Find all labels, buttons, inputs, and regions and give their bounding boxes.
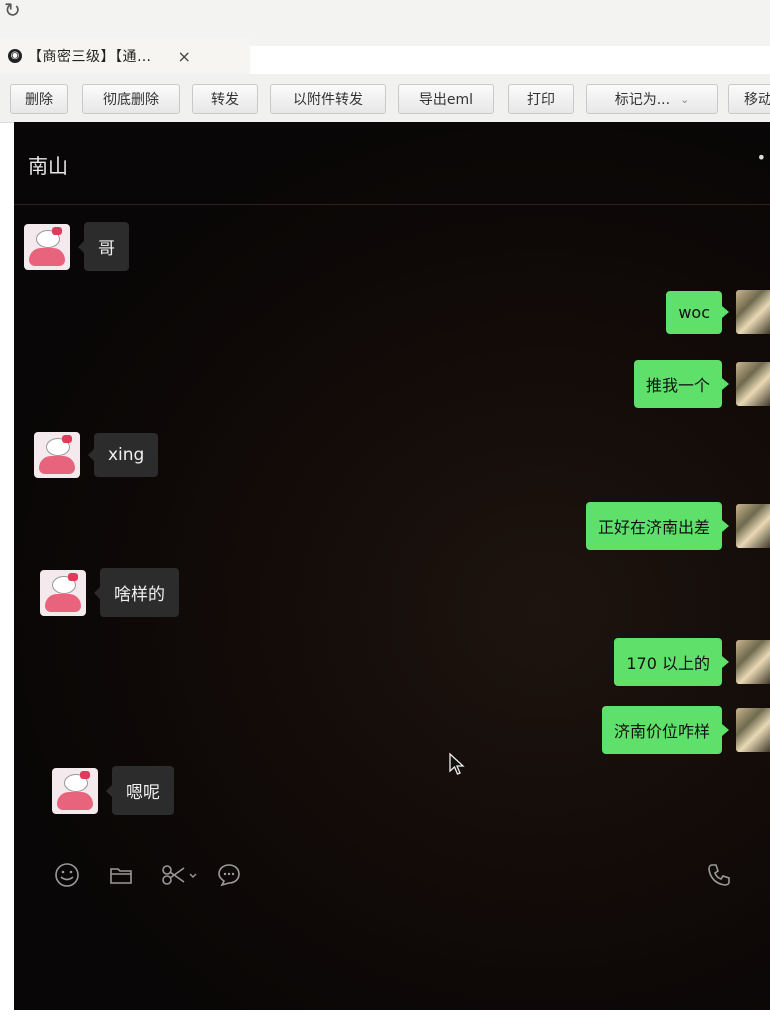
message-bubble[interactable]: 济南价位咋样	[601, 706, 730, 754]
message-outgoing: 推我一个	[633, 360, 770, 408]
message-outgoing: woc	[666, 290, 770, 334]
scissors-icon[interactable]	[160, 862, 202, 888]
message-outgoing: 170 以上的	[614, 638, 770, 686]
self-avatar[interactable]	[736, 504, 770, 548]
self-avatar[interactable]	[736, 708, 770, 752]
message-outgoing: 正好在济南出差	[585, 502, 770, 550]
contact-avatar[interactable]	[24, 223, 70, 270]
message-bubble[interactable]: 正好在济南出差	[585, 502, 730, 550]
self-avatar[interactable]	[736, 640, 770, 684]
message-bubble[interactable]: 推我一个	[633, 360, 730, 408]
phone-icon[interactable]	[706, 862, 732, 888]
self-avatar[interactable]	[736, 362, 770, 406]
chat-title: 南山	[28, 154, 68, 178]
move-button[interactable]: 移动	[728, 84, 770, 114]
move-button-label: 移动	[744, 92, 770, 108]
message-incoming: 嗯呢	[52, 766, 174, 815]
message-bubble[interactable]: 嗯呢	[106, 766, 174, 815]
mouse-cursor-icon	[449, 752, 465, 775]
chevron-down-icon: ⌄	[680, 92, 690, 106]
forward-button[interactable]: 转发	[192, 84, 258, 114]
reload-icon[interactable]: ↻	[4, 0, 21, 20]
mail-toolbar: 删除 彻底删除 转发 以附件转发 导出eml 打印 标记为... ⌄ 移动	[0, 74, 770, 123]
forward-as-attachment-button-label: 以附件转发	[293, 92, 363, 108]
mark-as-dropdown[interactable]: 标记为... ⌄	[586, 84, 718, 114]
forward-button-label: 转发	[211, 92, 239, 108]
contact-avatar[interactable]	[34, 432, 80, 478]
message-incoming: xing	[34, 432, 159, 478]
export-eml-button-label: 导出eml	[418, 92, 474, 108]
delete-button-label: 删除	[25, 92, 53, 108]
tab-close-icon[interactable]: ×	[178, 47, 191, 66]
contact-avatar[interactable]	[40, 569, 86, 616]
message-bubble[interactable]: 哥	[78, 222, 129, 271]
browser-tab[interactable]: ◉ 【商密三级】【通… ×	[0, 38, 250, 74]
chat-bubble-icon[interactable]	[216, 862, 242, 888]
delete-button[interactable]: 删除	[10, 84, 68, 114]
chat-window: 南山 • 哥 woc 推我一个 xing 正好在济南出差 啥样的 170 以上的…	[14, 122, 770, 1010]
message-outgoing: 济南价位咋样	[601, 706, 770, 754]
message-incoming: 哥	[24, 222, 129, 271]
message-incoming: 啥样的	[40, 568, 179, 617]
folder-icon[interactable]	[108, 862, 134, 888]
more-options-icon[interactable]: •	[757, 148, 766, 167]
message-bubble[interactable]: xing	[87, 433, 159, 477]
print-button[interactable]: 打印	[508, 84, 574, 114]
chat-header: 南山 •	[14, 122, 770, 205]
message-bubble[interactable]: 170 以上的	[614, 638, 729, 686]
tab-title: 【商密三级】【通…	[28, 49, 152, 65]
print-button-label: 打印	[527, 92, 555, 108]
tab-favicon-icon: ◉	[8, 49, 22, 63]
permanent-delete-button-label: 彻底删除	[103, 92, 159, 108]
message-bubble[interactable]: 啥样的	[94, 568, 179, 617]
message-composer[interactable]	[14, 842, 770, 1010]
contact-avatar[interactable]	[52, 767, 98, 814]
forward-as-attachment-button[interactable]: 以附件转发	[270, 84, 386, 114]
mark-as-dropdown-label: 标记为...	[614, 92, 671, 108]
message-bubble[interactable]: woc	[666, 290, 729, 334]
permanent-delete-button[interactable]: 彻底删除	[82, 84, 180, 114]
emoji-icon[interactable]	[54, 862, 80, 888]
export-eml-button[interactable]: 导出eml	[398, 84, 494, 114]
self-avatar[interactable]	[736, 290, 770, 334]
